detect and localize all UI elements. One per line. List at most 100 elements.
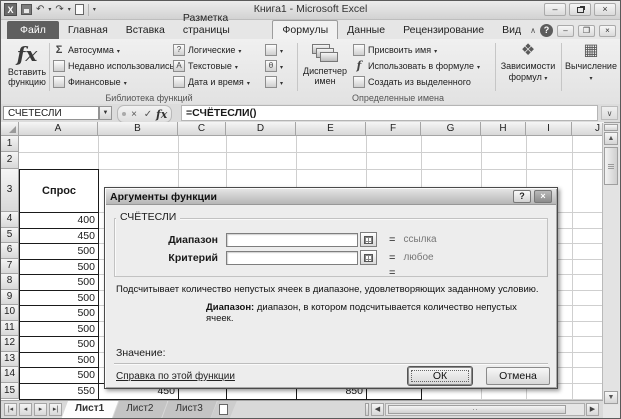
next-sheet-icon[interactable]: ▸ [34, 403, 47, 416]
scroll-right-icon[interactable]: ▶ [586, 403, 599, 416]
tab-home[interactable]: Главная [59, 21, 117, 39]
row-header-11[interactable]: 11 [1, 320, 19, 336]
workbook-close-icon[interactable]: × [599, 24, 616, 37]
tab-review[interactable]: Рецензирование [394, 21, 493, 39]
row-header-1[interactable]: 1 [1, 136, 19, 152]
date-time-button[interactable]: Дата и время [173, 75, 250, 89]
cancel-button[interactable]: Отмена [486, 367, 550, 385]
cancel-entry-icon[interactable]: × [128, 109, 140, 120]
column-header-H[interactable]: H [481, 122, 526, 136]
column-header-A[interactable]: A [19, 122, 98, 136]
sheet-tab-list2[interactable]: Лист2 [112, 401, 167, 419]
tab-data[interactable]: Данные [338, 21, 394, 39]
row-header-12[interactable]: 12 [1, 336, 19, 352]
cell-A10[interactable]: 500 [19, 305, 99, 322]
column-header-I[interactable]: I [526, 122, 572, 136]
column-header-D[interactable]: D [226, 122, 296, 136]
tab-view[interactable]: Вид [493, 21, 530, 39]
tab-formulas[interactable]: Формулы [272, 20, 339, 39]
horizontal-scrollbar[interactable] [385, 403, 585, 416]
formula-input[interactable]: =СЧЁТЕСЛИ() [181, 105, 598, 121]
math-trig-button[interactable]: θ [265, 59, 283, 73]
cell-A8[interactable]: 500 [19, 274, 99, 291]
row-header-9[interactable]: 9 [1, 289, 19, 305]
cell-A4[interactable]: 400 [19, 212, 99, 229]
function-help-link[interactable]: Справка по этой функции [116, 371, 235, 382]
tab-page-layout[interactable]: Разметка страницы [174, 9, 273, 39]
sheet-tab-list1[interactable]: Лист1 [61, 401, 118, 419]
vertical-split-handle[interactable] [604, 124, 618, 131]
row-header-8[interactable]: 8 [1, 274, 19, 290]
scroll-down-icon[interactable]: ▼ [604, 391, 618, 404]
cell-A3[interactable]: Спрос [19, 169, 99, 213]
row-header-14[interactable]: 14 [1, 367, 19, 383]
column-header-B[interactable]: B [98, 122, 178, 136]
define-name-button[interactable]: Присвоить имя [353, 43, 437, 57]
column-header-F[interactable]: F [366, 122, 421, 136]
workbook-minimize-icon[interactable]: – [557, 24, 574, 37]
insert-function-fx-icon[interactable]: fx [156, 108, 167, 121]
column-header-G[interactable]: G [421, 122, 481, 136]
cell-A9[interactable]: 500 [19, 289, 99, 306]
formula-auditing-button[interactable]: ❖ Зависимости формул [499, 41, 557, 91]
dialog-title-bar[interactable]: Аргументы функции ? × [106, 189, 556, 205]
tab-insert[interactable]: Вставка [117, 21, 174, 39]
horizontal-scroll-thumb[interactable] [388, 405, 566, 414]
insert-function-button[interactable]: fx Вставить функцию [5, 41, 49, 91]
logical-button[interactable]: ? Логические [173, 43, 241, 57]
cell-A12[interactable]: 500 [19, 336, 99, 353]
range-selector-button[interactable] [360, 232, 377, 247]
row-header-15[interactable]: 15 [1, 382, 19, 399]
use-in-formula-button[interactable]: f Использовать в формуле [353, 59, 480, 73]
recently-used-button[interactable]: Недавно использовались [53, 59, 180, 73]
lookup-reference-button[interactable] [265, 43, 283, 57]
scroll-left-icon[interactable]: ◀ [371, 403, 384, 416]
text-functions-button[interactable]: A Текстовые [173, 59, 238, 73]
enter-entry-icon[interactable]: ✓ [142, 109, 154, 120]
name-box[interactable]: СЧЕТЕСЛИ [3, 106, 99, 120]
cell-A11[interactable]: 500 [19, 320, 99, 337]
workbook-restore-icon[interactable]: ❐ [578, 24, 595, 37]
collapse-ribbon-icon[interactable]: ∧ [530, 26, 536, 35]
column-header-J[interactable]: J [572, 122, 604, 136]
more-functions-button[interactable] [265, 75, 283, 89]
restore-icon[interactable] [569, 3, 591, 16]
cell-A7[interactable]: 500 [19, 258, 99, 275]
first-sheet-icon[interactable]: |◂ [4, 403, 17, 416]
name-box-dropdown-icon[interactable]: ▼ [99, 106, 112, 120]
select-all-corner[interactable] [1, 122, 19, 136]
range-selector-button[interactable] [360, 250, 377, 265]
row-header-5[interactable]: 5 [1, 227, 19, 243]
column-header-E[interactable]: E [296, 122, 366, 136]
ok-button[interactable]: ОК [408, 367, 472, 385]
calculation-button[interactable]: ▦ Вычисление [565, 41, 617, 91]
scroll-up-icon[interactable]: ▲ [604, 132, 618, 145]
cell-A14[interactable]: 500 [19, 367, 99, 384]
minimize-icon[interactable]: – [544, 3, 566, 16]
cell-A5[interactable]: 450 [19, 227, 99, 244]
tab-file[interactable]: Файл [7, 21, 59, 39]
row-header-3[interactable]: 3 [1, 169, 19, 212]
autosum-button[interactable]: Σ Автосумма [53, 43, 120, 57]
range-input[interactable] [226, 232, 358, 247]
row-header-6[interactable]: 6 [1, 243, 19, 259]
cell-A13[interactable]: 500 [19, 351, 99, 368]
financial-button[interactable]: Финансовые [53, 75, 127, 89]
vertical-scroll-thumb[interactable] [604, 147, 618, 185]
help-icon[interactable]: ? [540, 24, 553, 37]
close-icon[interactable]: × [594, 3, 616, 16]
vertical-scrollbar[interactable]: ▲ ▼ [602, 123, 619, 405]
criteria-input[interactable] [226, 250, 358, 265]
dialog-close-icon[interactable]: × [534, 190, 552, 203]
row-header-4[interactable]: 4 [1, 212, 19, 228]
dialog-help-icon[interactable]: ? [513, 190, 531, 203]
cell-A6[interactable]: 500 [19, 243, 99, 260]
sheet-tab-list3[interactable]: Лист3 [161, 401, 216, 419]
row-header-7[interactable]: 7 [1, 258, 19, 274]
column-header-C[interactable]: C [178, 122, 226, 136]
create-from-selection-button[interactable]: Создать из выделенного [353, 75, 471, 89]
tab-split-handle[interactable] [365, 403, 369, 416]
expand-formula-bar-icon[interactable]: ∨ [601, 106, 618, 120]
row-header-13[interactable]: 13 [1, 351, 19, 367]
name-manager-button[interactable]: Диспетчер имен [301, 41, 349, 91]
